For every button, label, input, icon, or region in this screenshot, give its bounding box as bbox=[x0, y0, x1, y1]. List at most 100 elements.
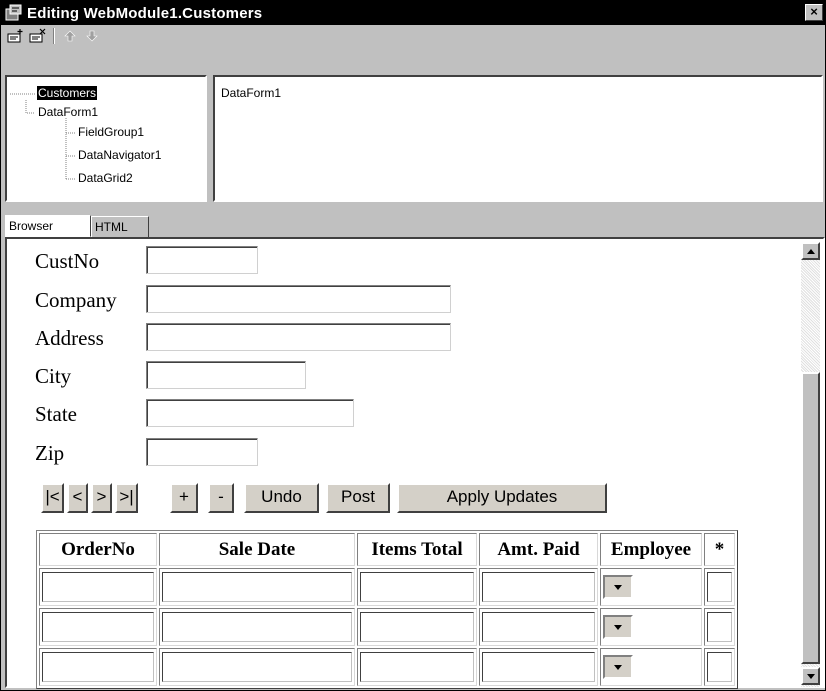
itemstotal-input[interactable] bbox=[360, 572, 474, 602]
field-label-company: Company bbox=[35, 288, 117, 312]
toolbar-separator bbox=[53, 28, 55, 44]
nav-prior-button[interactable]: < bbox=[67, 483, 88, 513]
orderno-input[interactable] bbox=[42, 652, 154, 682]
grid-cell bbox=[704, 608, 735, 646]
title-bar[interactable]: Editing WebModule1.Customers × bbox=[1, 1, 825, 25]
column-header: Items Total bbox=[357, 533, 477, 566]
orderno-input[interactable] bbox=[42, 612, 154, 642]
table-row bbox=[39, 648, 735, 686]
apply-updates-button[interactable]: Apply Updates bbox=[397, 483, 607, 513]
tree-item-datagrid2[interactable]: DataGrid2 bbox=[78, 171, 133, 185]
grid-cell bbox=[704, 568, 735, 606]
new-item-icon bbox=[7, 29, 23, 43]
delete-item-icon bbox=[29, 28, 46, 43]
grid-cell bbox=[159, 648, 355, 686]
move-down-icon bbox=[86, 30, 98, 42]
column-header: * bbox=[704, 533, 735, 566]
nav-undo-button[interactable]: Undo bbox=[244, 483, 319, 513]
arrow-down-icon bbox=[806, 673, 815, 679]
scroll-up-button[interactable] bbox=[801, 242, 820, 260]
nav-delete-button[interactable]: - bbox=[208, 483, 234, 513]
grid-cell bbox=[357, 608, 477, 646]
nav-post-button[interactable]: Post bbox=[326, 483, 390, 513]
fields-pane[interactable]: DataForm1 bbox=[213, 75, 823, 202]
nav-first-button[interactable]: |< bbox=[41, 483, 64, 513]
itemstotal-input[interactable] bbox=[360, 652, 474, 682]
scroll-thumb[interactable] bbox=[801, 372, 820, 664]
field-label-city: City bbox=[35, 364, 72, 388]
grid-cell bbox=[357, 568, 477, 606]
grid-cell bbox=[600, 648, 702, 686]
grid-header-row: OrderNo Sale Date Items Total Amt. Paid … bbox=[39, 533, 735, 566]
column-header: Amt. Paid bbox=[479, 533, 598, 566]
data-grid: OrderNo Sale Date Items Total Amt. Paid … bbox=[36, 530, 738, 689]
column-header: Sale Date bbox=[159, 533, 355, 566]
tree-item-datanavigator1[interactable]: DataNavigator1 bbox=[78, 148, 161, 162]
field-label-address: Address bbox=[35, 326, 104, 350]
delete-item-button[interactable] bbox=[27, 26, 49, 46]
window-title: Editing WebModule1.Customers bbox=[27, 4, 263, 22]
new-item-button[interactable] bbox=[5, 26, 27, 46]
saledate-input[interactable] bbox=[162, 572, 352, 602]
amtpaid-input[interactable] bbox=[482, 572, 595, 602]
company-input[interactable] bbox=[146, 285, 451, 313]
vertical-scrollbar[interactable] bbox=[801, 242, 820, 687]
chevron-down-icon bbox=[614, 664, 622, 670]
tab-html[interactable]: HTML bbox=[91, 216, 149, 238]
grid-cell bbox=[39, 568, 157, 606]
grid-cell bbox=[479, 648, 598, 686]
state-input[interactable] bbox=[146, 399, 354, 427]
address-input[interactable] bbox=[146, 323, 451, 351]
tree-item-dataform1[interactable]: DataForm1 bbox=[38, 105, 98, 119]
field-label-zip: Zip bbox=[35, 441, 65, 465]
field-label-state: State bbox=[35, 402, 77, 426]
move-up-button[interactable] bbox=[59, 26, 81, 46]
grid-cell bbox=[159, 568, 355, 606]
tree-item-customers[interactable]: Customers bbox=[37, 86, 98, 100]
move-up-icon bbox=[64, 30, 76, 42]
star-input[interactable] bbox=[707, 572, 732, 602]
nav-last-button[interactable]: >| bbox=[115, 483, 138, 513]
star-input[interactable] bbox=[707, 612, 732, 642]
star-input[interactable] bbox=[707, 652, 732, 682]
zip-input[interactable] bbox=[146, 438, 258, 466]
tree-item-label: Customers bbox=[37, 86, 98, 100]
scroll-down-button[interactable] bbox=[801, 667, 820, 685]
grid-cell bbox=[600, 568, 702, 606]
tree-item-fieldgroup1[interactable]: FieldGroup1 bbox=[78, 125, 144, 139]
saledate-input[interactable] bbox=[162, 612, 352, 642]
city-input[interactable] bbox=[146, 361, 306, 389]
app-icon bbox=[5, 4, 22, 21]
nav-next-button[interactable]: > bbox=[91, 483, 112, 513]
field-label-custno: CustNo bbox=[35, 249, 100, 273]
custno-input[interactable] bbox=[146, 246, 258, 274]
fields-pane-item[interactable]: DataForm1 bbox=[221, 86, 281, 100]
chevron-down-icon bbox=[614, 624, 622, 630]
grid-cell bbox=[479, 608, 598, 646]
move-down-button[interactable] bbox=[81, 26, 103, 46]
employee-select[interactable] bbox=[603, 655, 633, 679]
orderno-input[interactable] bbox=[42, 572, 154, 602]
table-row bbox=[39, 608, 735, 646]
column-header: Employee bbox=[600, 533, 702, 566]
grid-cell bbox=[600, 608, 702, 646]
tab-browser[interactable]: Browser bbox=[5, 215, 91, 237]
component-tree[interactable]: Customers DataForm1 FieldGroup1 DataNavi… bbox=[5, 75, 207, 202]
amtpaid-input[interactable] bbox=[482, 652, 595, 682]
nav-insert-button[interactable]: + bbox=[170, 483, 198, 513]
grid-cell bbox=[159, 608, 355, 646]
toolbar bbox=[1, 25, 825, 47]
column-header: OrderNo bbox=[39, 533, 157, 566]
grid-cell bbox=[39, 608, 157, 646]
amtpaid-input[interactable] bbox=[482, 612, 595, 642]
itemstotal-input[interactable] bbox=[360, 612, 474, 642]
table-row bbox=[39, 568, 735, 606]
employee-select[interactable] bbox=[603, 615, 633, 639]
saledate-input[interactable] bbox=[162, 652, 352, 682]
grid-cell bbox=[704, 648, 735, 686]
grid-cell bbox=[357, 648, 477, 686]
editor-window: Editing WebModule1.Customers × Customers… bbox=[0, 0, 826, 691]
grid-cell bbox=[39, 648, 157, 686]
employee-select[interactable] bbox=[603, 575, 633, 599]
close-button[interactable]: × bbox=[805, 4, 823, 21]
